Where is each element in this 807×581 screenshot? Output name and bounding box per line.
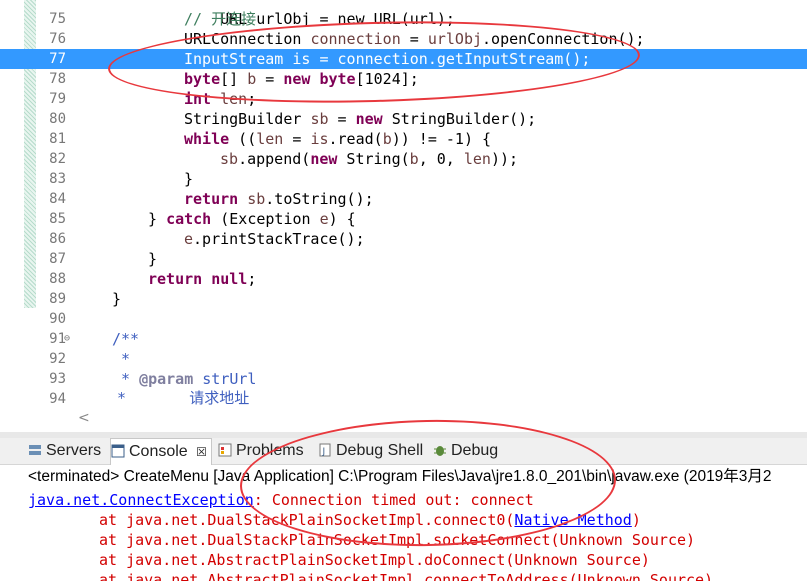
code-line-94: * 请求地址 (117, 389, 250, 407)
tab-debug-label: Debug (451, 442, 499, 459)
svg-text:J: J (322, 447, 326, 457)
line-number: 85 (49, 211, 66, 227)
code-line-87: } (148, 250, 158, 268)
code-line-78: byte[] b = new byte[1024]; (184, 70, 419, 88)
console-icon (111, 444, 125, 458)
line-number: 94 (49, 391, 66, 407)
exception-class-link[interactable]: java.net.ConnectException (28, 491, 254, 509)
line-number: 82 (49, 151, 66, 167)
stack-trace-line: at java.net.DualStackPlainSocketImpl.con… (99, 511, 641, 529)
close-icon[interactable]: ☒ (196, 445, 207, 459)
code-line-86: e.printStackTrace(); (184, 230, 365, 248)
stack-trace-line: at java.net.AbstractPlainSocketImpl.conn… (99, 571, 714, 581)
code-line-93: * @param strUrl (121, 370, 257, 388)
line-number: 91 (49, 331, 66, 347)
tab-servers[interactable]: Servers (28, 438, 101, 464)
line-number: 75 (49, 11, 66, 27)
debug-shell-icon: J (319, 443, 331, 457)
code-editor[interactable]: URL urlObj = new URL(url); 75 76 77 78 79 80 8… (0, 0, 807, 432)
servers-icon (29, 445, 41, 455)
fold-collapse-icon[interactable]: ⊖ (64, 329, 70, 349)
tab-debug-shell-label: Debug Shell (336, 442, 424, 459)
console-output[interactable]: java.net.ConnectException: Connection ti… (0, 489, 807, 581)
line-number: 80 (49, 111, 66, 127)
line-number: 87 (49, 251, 66, 267)
stack-trace-line: at java.net.DualStackPlainSocketImpl.soc… (99, 531, 696, 549)
line-number: 92 (49, 351, 66, 367)
line-number: 81 (49, 131, 66, 147)
line-number: 86 (49, 231, 66, 247)
code-line-77: InputStream is = connection.getInputStre… (184, 50, 591, 68)
console-header: <terminated> CreateMenu [Java Applicatio… (0, 465, 807, 489)
stack-trace-line: at java.net.AbstractPlainSocketImpl.doCo… (99, 551, 650, 569)
tab-debug[interactable]: Debug (433, 438, 498, 464)
code-line-79: int len; (184, 90, 257, 108)
line-number: 89 (49, 291, 66, 307)
line-number: 78 (49, 71, 66, 87)
line-number: 76 (49, 31, 66, 47)
code-line-84: return sb.toString(); (184, 190, 374, 208)
line-number: 90 (49, 311, 66, 327)
tab-problems[interactable]: Problems (218, 438, 304, 464)
code-line-76: URLConnection connection = urlObj.openCo… (184, 30, 645, 48)
code-line-85: } catch (Exception e) { (148, 210, 356, 228)
native-method-link[interactable]: Native Method (514, 511, 631, 529)
code-line-80: StringBuilder sb = new StringBuilder(); (184, 110, 537, 128)
bottom-panel-tabbar: Servers Console ☒ Problems J Debug Shell … (0, 438, 807, 465)
tab-console[interactable]: Console ☒ (110, 438, 212, 465)
debug-icon (434, 446, 446, 456)
exception-line: java.net.ConnectException: Connection ti… (28, 491, 534, 509)
line-number: 77 (49, 51, 66, 67)
tab-servers-label: Servers (46, 442, 102, 459)
code-line-83: } (184, 170, 194, 188)
change-ruler (24, 0, 36, 308)
code-line-89: } (112, 290, 122, 308)
tab-problems-label: Problems (236, 442, 304, 459)
horizontal-scrollbar[interactable]: < (78, 408, 807, 430)
line-number: 83 (49, 171, 66, 187)
code-line-92: * (121, 350, 131, 368)
problems-icon (218, 443, 232, 457)
code-line-82: sb.append(new String(b, 0, len)); (220, 150, 519, 168)
scroll-left-arrow-icon[interactable]: < (78, 410, 90, 426)
code-line-81: while ((len = is.read(b)) != -1) { (184, 130, 492, 148)
line-number: 79 (49, 91, 66, 107)
line-number: 93 (49, 371, 66, 387)
line-number: 88 (49, 271, 66, 287)
code-line-75: // 开连接 (184, 10, 257, 28)
tab-console-label: Console (129, 443, 188, 460)
line-number: 84 (49, 191, 66, 207)
code-line-91: /** (112, 330, 140, 348)
tab-debug-shell[interactable]: J Debug Shell (318, 438, 423, 464)
code-line-88: return null; (148, 270, 257, 288)
